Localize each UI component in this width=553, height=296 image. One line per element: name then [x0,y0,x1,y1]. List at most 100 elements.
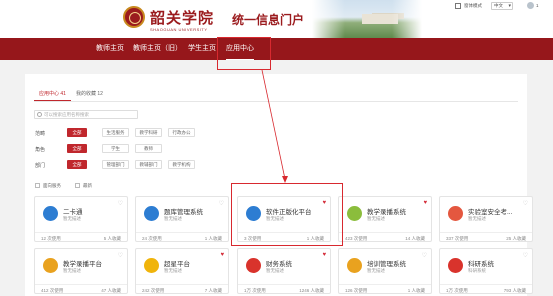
finance-icon [246,258,261,273]
avatar[interactable] [527,2,534,9]
training-icon [347,258,362,273]
app-description: 暂无描述 [367,268,385,273]
usage-count: 1万 次使用 [446,288,468,293]
favorite-heart-icon[interactable]: ♥ [423,200,427,206]
campus-photo [312,0,422,38]
filter-category-admin[interactable]: 行政办公 [168,128,195,137]
nav-app-center[interactable]: 应用中心 [226,38,254,60]
favorite-count: 25 人收藏 [506,236,526,241]
favorite-heart-icon[interactable]: ♡ [118,252,123,259]
newest-label: 最新 [83,183,92,188]
language-select[interactable]: 中文 [491,2,513,10]
favorite-count: 1246 人收藏 [299,288,324,293]
favorite-count: 1 人收藏 [306,236,324,241]
nav-teacher-home[interactable]: 教师主页 [96,38,124,60]
filter-role-teacher[interactable]: 教师 [135,144,162,153]
platform-icon [43,258,58,273]
search-input[interactable]: 可以搜索应用名称搜索 [34,110,138,119]
filter-category-teaching[interactable]: 教学科研 [135,128,162,137]
service-oriented-label: 面向服务 [43,183,61,188]
filter-label-category: 范畴 [35,131,46,137]
window-mode-label: 窗体模式 [464,3,482,8]
newest-checkbox[interactable] [75,183,80,188]
tab-my-favorites[interactable]: 我的收藏 12 [71,89,108,101]
app-name: 科研系统 [468,261,494,268]
favorite-heart-icon[interactable]: ♥ [220,252,224,258]
favorite-count: 5 人收藏 [103,236,121,241]
favorite-heart-icon[interactable]: ♡ [523,200,528,207]
favorite-count: 1 人收藏 [407,288,425,293]
app-name: 财务系统 [266,261,292,268]
filter-dept-all[interactable]: 全部 [67,160,87,169]
app-card[interactable]: 超星平台 暂无描述 ♥ 242 次使用 7 人收藏 [135,248,229,294]
app-name: 二卡通 [63,209,83,216]
favorite-heart-icon[interactable]: ♡ [118,200,123,207]
favorite-heart-icon[interactable]: ♡ [219,200,224,207]
software-icon [246,206,261,221]
filter-dept-teaching[interactable]: 教学机构 [168,160,195,169]
app-description: 暂无描述 [266,216,284,221]
favorite-count: 793 人收藏 [503,288,526,293]
school-logo-icon [123,6,145,28]
tab-app-center[interactable]: 应用中心 41 [34,89,71,101]
favorite-heart-icon[interactable]: ♥ [322,252,326,258]
school-english-name: SHAOGUAN UNIVERSITY [150,27,208,32]
app-description: 暂无描述 [63,216,81,221]
filter-category-life[interactable]: 生活服务 [102,128,129,137]
nav-teacher-home-old[interactable]: 教师主页（旧） [133,38,182,60]
app-card[interactable]: 财务系统 暂无描述 ♥ 1万 次使用 1246 人收藏 [237,248,331,294]
favorite-count: 14 人收藏 [405,236,425,241]
favorite-count: 1 人收藏 [204,236,222,241]
app-card[interactable]: 培训管理系统 暂无描述 ♡ 126 次使用 1 人收藏 [338,248,432,294]
usage-count: 12 次使用 [41,236,61,241]
app-card[interactable]: 题库管理系统 暂无描述 ♡ 24 次使用 1 人收藏 [135,196,229,242]
app-card[interactable]: 软件正版化平台 暂无描述 ♥ 3 次使用 1 人收藏 [237,196,331,242]
filter-role-student[interactable]: 学生 [102,144,129,153]
portal-title: 统一信息门户 [232,13,305,27]
filter-dept-support[interactable]: 教辅部门 [135,160,162,169]
app-name: 教学录播系统 [367,209,406,216]
app-card[interactable]: 实验室安全考... 暂无描述 ♡ 337 次使用 25 人收藏 [439,196,533,242]
app-description: 科研系统 [468,268,486,273]
nav-student-home[interactable]: 学生主页 [188,38,216,60]
divider [34,101,518,102]
bank-icon [144,206,159,221]
app-card[interactable]: 教学录播系统 暂无描述 ♥ 423 次使用 14 人收藏 [338,196,432,242]
filter-dept-management[interactable]: 管理部门 [102,160,129,169]
search-icon [37,112,42,117]
card-icon [43,206,58,221]
usage-count: 24 次使用 [142,236,162,241]
app-description: 暂无描述 [63,268,81,273]
user-name[interactable]: 1 [536,3,539,8]
app-center-panel: 应用中心 41 我的收藏 12 可以搜索应用名称搜索 范畴 全部 生活服务 教学… [25,74,533,296]
filter-label-department: 部门 [35,163,46,169]
app-card[interactable]: 二卡通 暂无描述 ♡ 12 次使用 5 人收藏 [34,196,128,242]
school-name: 韶关学院 [150,9,215,27]
favorite-heart-icon[interactable]: ♡ [523,252,528,259]
favorite-heart-icon[interactable]: ♡ [422,252,427,259]
filter-role-all[interactable]: 全部 [67,144,87,153]
video-icon [347,206,362,221]
app-name: 培训管理系统 [367,261,406,268]
app-description: 暂无描述 [164,216,182,221]
app-card[interactable]: 教学录播平台 暂无描述 ♡ 412 次使用 47 人收藏 [34,248,128,294]
usage-count: 126 次使用 [345,288,368,293]
favorite-heart-icon[interactable]: ♥ [322,200,326,206]
usage-count: 3 次使用 [244,236,262,241]
window-mode-button[interactable]: 窗体模式 [455,2,482,10]
app-description: 暂无描述 [468,216,486,221]
window-mode-icon [455,3,461,9]
app-name: 教学录播平台 [63,261,102,268]
research-icon [448,258,463,273]
favorite-count: 47 人收藏 [101,288,121,293]
app-name: 题库管理系统 [164,209,203,216]
app-name: 软件正版化平台 [266,209,312,216]
service-oriented-checkbox[interactable] [35,183,40,188]
usage-count: 412 次使用 [41,288,64,293]
lab-icon [448,206,463,221]
usage-count: 242 次使用 [142,288,165,293]
app-card[interactable]: 科研系统 科研系统 ♡ 1万 次使用 793 人收藏 [439,248,533,294]
app-description: 暂无描述 [164,268,182,273]
filter-category-all[interactable]: 全部 [67,128,87,137]
app-description: 暂无描述 [266,268,284,273]
